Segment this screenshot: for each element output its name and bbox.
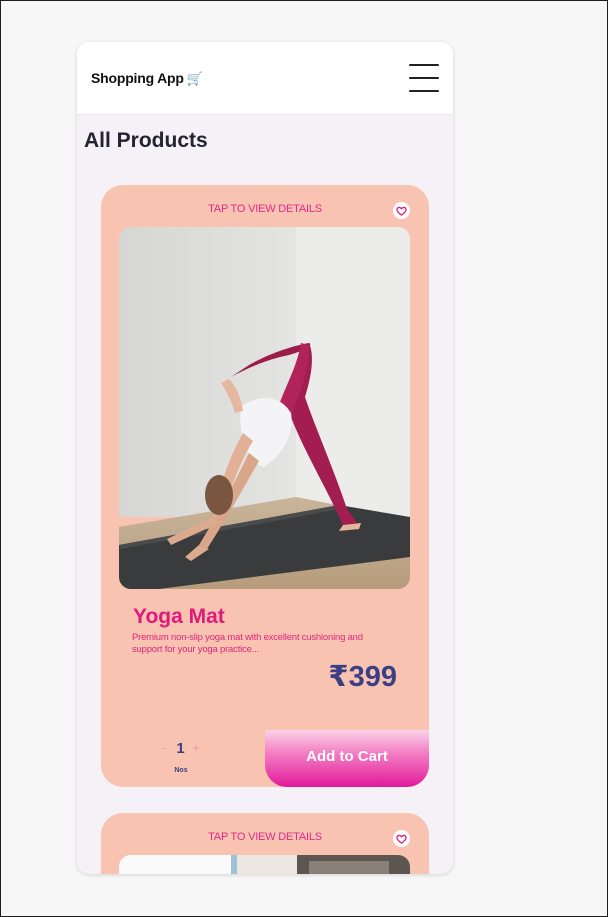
product-card[interactable]: TAP TO VIEW DETAILS xyxy=(101,813,429,874)
product-price: ₹399 xyxy=(328,661,397,693)
product-card[interactable]: TAP TO VIEW DETAILS xyxy=(101,185,429,787)
product-image[interactable] xyxy=(119,227,410,589)
quantity-decrement-button[interactable]: - xyxy=(162,740,166,755)
quantity-unit: Nos xyxy=(174,767,188,774)
app-header: Shopping App 🛒 xyxy=(77,42,453,115)
tap-to-view-label: TAP TO VIEW DETAILS xyxy=(208,203,322,215)
app-title-text: Shopping App xyxy=(91,70,184,86)
product-description: Premium non-slip yoga mat with excellent… xyxy=(132,632,363,655)
page-title: All Products xyxy=(84,129,208,152)
hamburger-menu-icon[interactable] xyxy=(409,61,439,95)
app-title: Shopping App 🛒 xyxy=(91,70,203,87)
quantity-increment-button[interactable]: + xyxy=(192,740,200,755)
add-to-cart-button[interactable]: Add to Cart xyxy=(265,730,429,787)
product-name: Yoga Mat xyxy=(133,605,225,628)
quantity-stepper: - 1 + Nos xyxy=(101,730,265,787)
cart-icon: 🛒 xyxy=(186,71,203,86)
tap-to-view-label: TAP TO VIEW DETAILS xyxy=(208,831,322,843)
heart-icon[interactable] xyxy=(393,202,410,219)
mobile-viewport: Shopping App 🛒 All Products TAP TO VIEW D… xyxy=(77,42,453,874)
product-image[interactable] xyxy=(119,855,410,874)
screenshot-frame: Shopping App 🛒 All Products TAP TO VIEW D… xyxy=(0,0,608,917)
quantity-value: 1 xyxy=(176,740,185,757)
heart-icon[interactable] xyxy=(393,830,410,847)
